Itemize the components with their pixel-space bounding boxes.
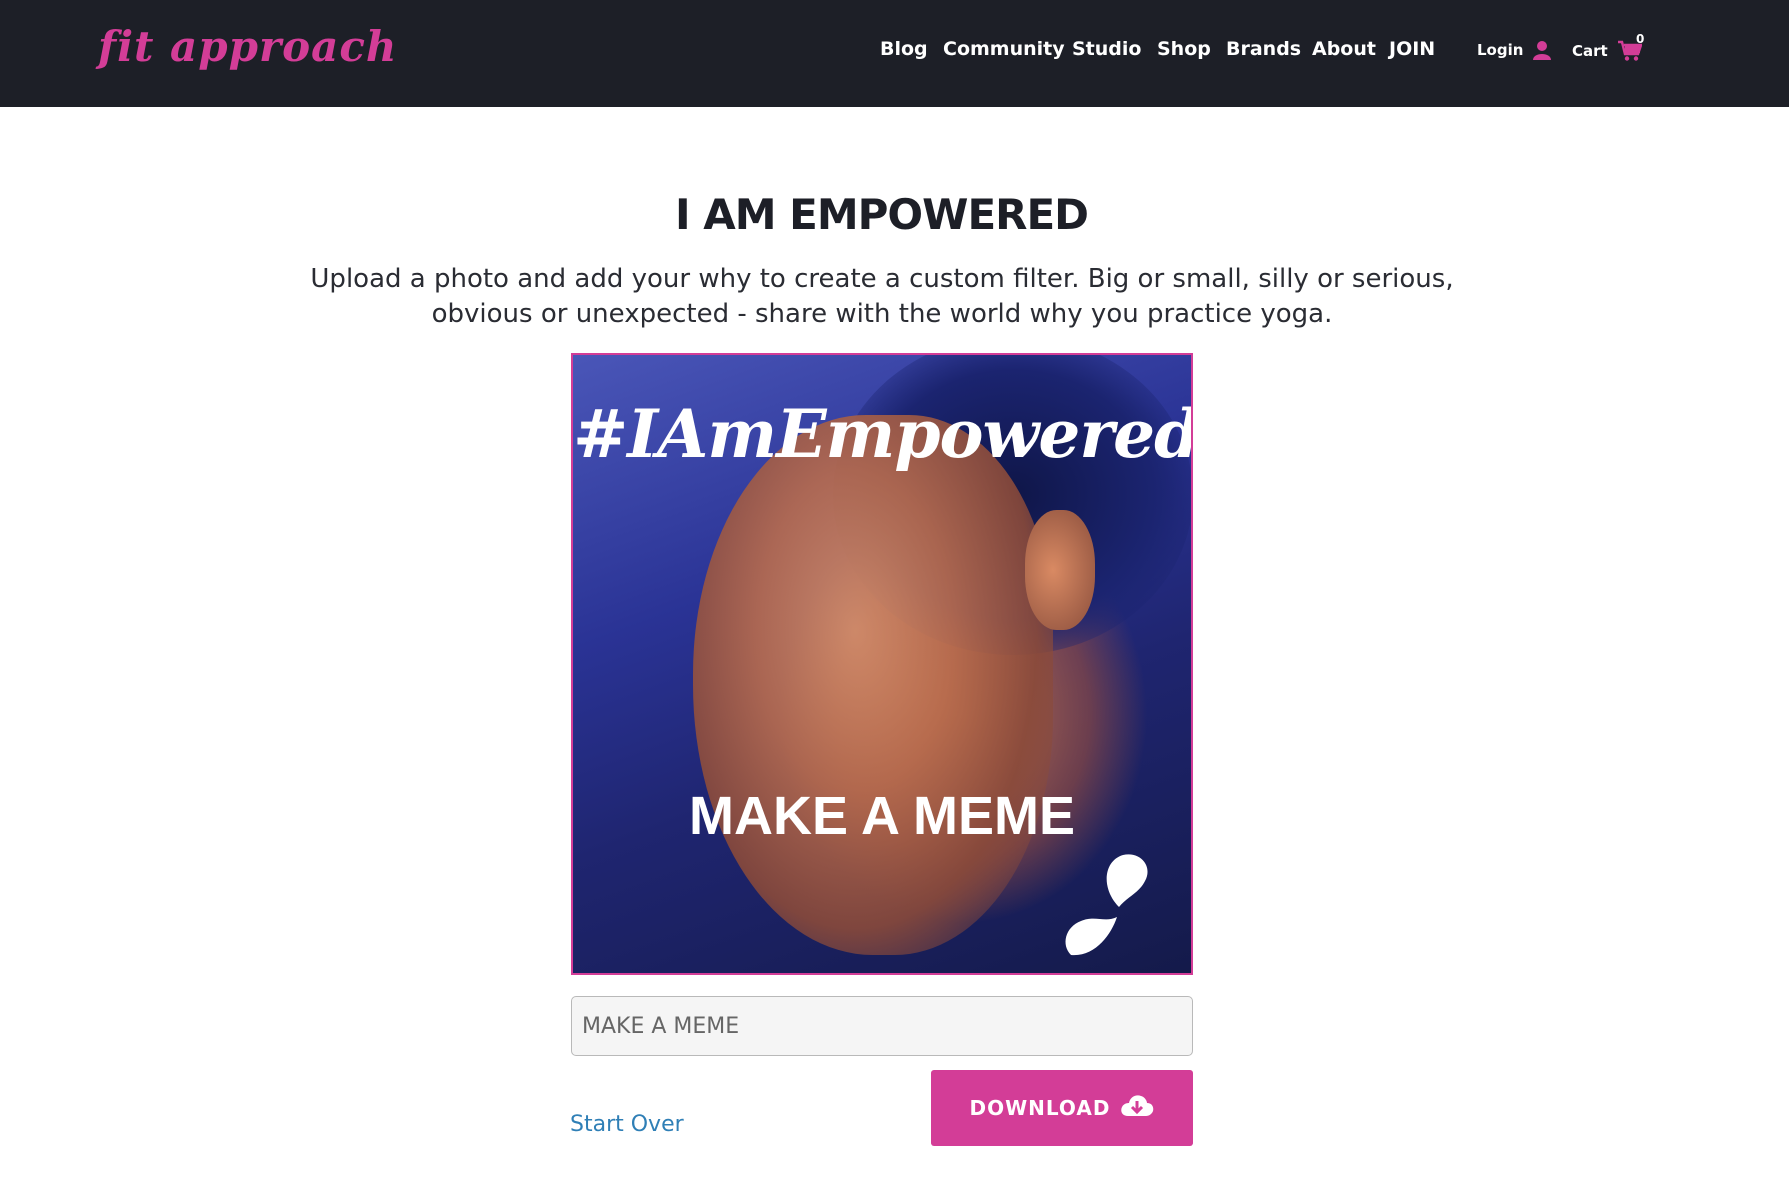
- cart-button[interactable]: Cart: [1572, 40, 1642, 62]
- user-icon: [1533, 40, 1552, 60]
- login-label: Login: [1477, 41, 1524, 59]
- cart-label: Cart: [1572, 42, 1608, 60]
- nav-studio-link[interactable]: Studio: [1072, 38, 1141, 60]
- main-nav: Blog Community Studio Shop Brands About …: [0, 38, 1789, 68]
- droplets-icon: [1061, 849, 1161, 963]
- cart-count-badge: 0: [1636, 32, 1645, 46]
- login-button[interactable]: Login: [1477, 40, 1552, 60]
- nav-about-link[interactable]: About: [1312, 38, 1376, 60]
- photo-face-shape: [693, 415, 1053, 955]
- cloud-download-icon: [1120, 1094, 1154, 1123]
- meme-caption-overlay: MAKE A MEME: [689, 786, 1075, 846]
- page-subtitle: Upload a photo and add your why to creat…: [310, 264, 1454, 329]
- start-over-link[interactable]: Start Over: [570, 1112, 684, 1137]
- top-navigation-bar: fit approach Blog Community Studio Shop …: [0, 0, 1789, 107]
- page-title: I AM EMPOWERED: [674, 190, 1089, 239]
- download-button[interactable]: DOWNLOAD: [931, 1070, 1193, 1146]
- photo-ear-shape: [1025, 510, 1095, 630]
- nav-brands-link[interactable]: Brands: [1226, 38, 1301, 60]
- download-label: DOWNLOAD: [969, 1096, 1111, 1120]
- meme-hashtag-overlay: #IAmEmpowered: [573, 395, 1193, 473]
- meme-text-input[interactable]: [571, 996, 1193, 1056]
- meme-preview-image[interactable]: #IAmEmpowered MAKE A MEME: [571, 353, 1193, 975]
- nav-shop-link[interactable]: Shop: [1157, 38, 1211, 60]
- nav-join-link[interactable]: JOIN: [1389, 38, 1435, 60]
- nav-community-link[interactable]: Community: [943, 38, 1065, 60]
- nav-blog-link[interactable]: Blog: [880, 38, 928, 60]
